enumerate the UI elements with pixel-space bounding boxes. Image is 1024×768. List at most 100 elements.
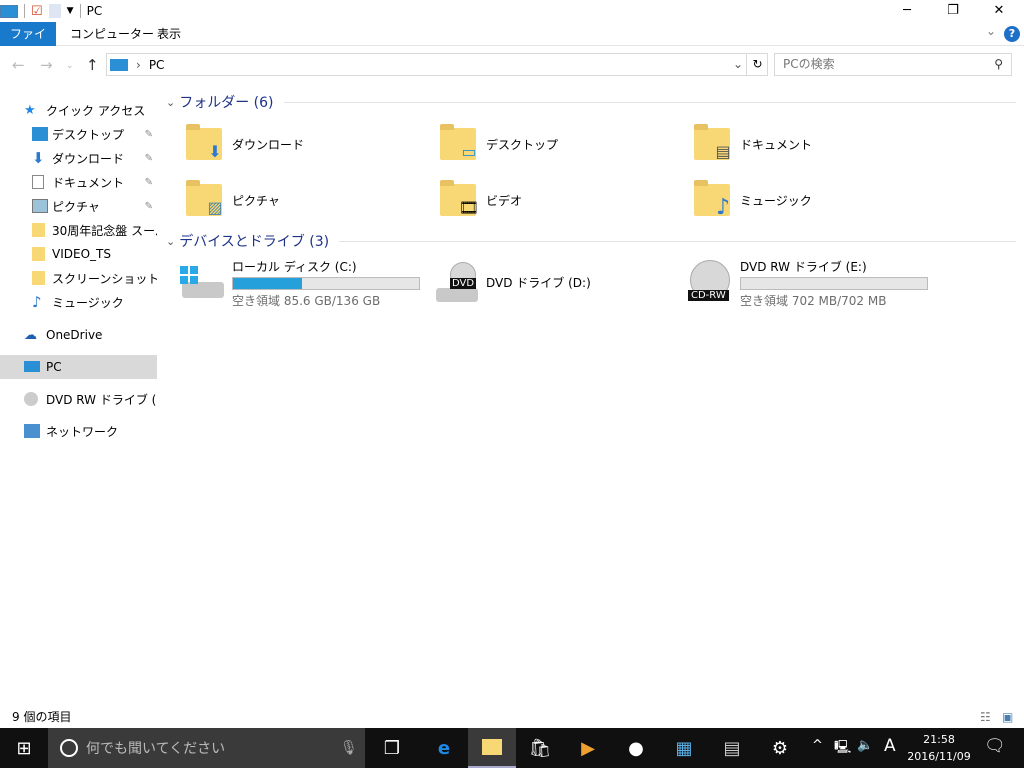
ime-indicator[interactable]: A [884, 736, 896, 756]
folder-videos[interactable]: 🎞 ビデオ [438, 176, 678, 224]
customize-toolbar-icon[interactable]: ▼ [67, 6, 74, 16]
disc-icon [24, 392, 38, 406]
taskbar: ⊞ 何でも聞いてください 🎙 ❐ e 🛍 ▶ ● ▦ ▤ ⚙ ^ 🖳 🔈 A 2… [0, 728, 1024, 768]
folder-icon [32, 247, 45, 261]
pin-icon: ✎ [144, 152, 153, 164]
usage-bar [232, 277, 420, 290]
pin-icon: ✎ [144, 200, 153, 212]
folder-desktop[interactable]: ▭ デスクトップ [438, 120, 678, 168]
address-bar[interactable]: › PC ⌄ ↻ [106, 53, 768, 76]
nav-music[interactable]: ♪ ミュージック [0, 290, 157, 314]
windows-logo-icon [180, 266, 198, 284]
nav-dvd-rw[interactable]: DVD RW ドライブ (E:) [0, 387, 157, 411]
forward-button[interactable]: → [40, 56, 53, 74]
clock[interactable]: 21:58 2016/11/09 [904, 731, 974, 765]
breadcrumb-pc[interactable]: PC [149, 58, 165, 72]
nav-quick-access[interactable]: ★ クイック アクセス [0, 98, 157, 122]
start-button[interactable]: ⊞ [0, 728, 48, 768]
pin-icon: ✎ [144, 176, 153, 188]
star-icon: ★ [24, 103, 36, 118]
drive-free-space: 空き領域 85.6 GB/136 GB [232, 294, 381, 308]
folder-icon: 🎞 [440, 180, 479, 217]
control-panel-icon[interactable]: ▦ [660, 728, 708, 768]
settings-icon[interactable]: ⚙ [756, 728, 804, 768]
music-icon: ♪ [32, 293, 42, 311]
folder-icon [32, 223, 45, 237]
drive-e[interactable]: CD-RW DVD RW ドライブ (E:) 空き領域 702 MB/702 MB [688, 258, 928, 310]
music-icon: ♪ [715, 195, 731, 220]
minimize-button[interactable]: ─ [884, 0, 930, 22]
folder-pictures[interactable]: ▨ ピクチャ [184, 176, 424, 224]
back-button[interactable]: ← [12, 56, 25, 74]
usage-bar [740, 277, 928, 290]
cortana-search-box[interactable]: 何でも聞いてください 🎙 [48, 728, 365, 768]
desktop-icon [32, 127, 48, 141]
nav-pictures[interactable]: ピクチャ ✎ [0, 194, 157, 218]
action-center-icon[interactable]: 🗨 [984, 736, 1006, 756]
help-icon[interactable]: ? [1004, 26, 1020, 42]
expand-ribbon-icon[interactable]: ⌄ [986, 24, 996, 38]
large-icons-view-icon[interactable]: ▣ [1002, 706, 1013, 728]
film-icon: 🎞 [458, 198, 480, 217]
folder-icon: ▤ [694, 124, 731, 161]
task-view-button[interactable]: ❐ [368, 728, 416, 768]
nav-folder-video-ts[interactable]: VIDEO_TS [0, 242, 157, 266]
up-button[interactable]: ↑ [86, 56, 99, 74]
recent-locations-button[interactable]: ⌄ [66, 61, 74, 71]
download-icon: ⬇ [208, 142, 222, 161]
status-bar: 9 個の項目 ☷ ▣ [0, 706, 1024, 728]
chevron-down-icon: ⌄ [166, 95, 176, 109]
device-icon[interactable]: ▤ [708, 728, 756, 768]
folders-group-header[interactable]: ⌄ フォルダー (6) [166, 92, 1016, 112]
network-icon[interactable]: 🖳 [834, 738, 851, 760]
volume-icon[interactable]: 🔈 [857, 738, 873, 753]
nav-folder-30th[interactable]: 30周年記念盤 スーパ [0, 218, 157, 242]
pin-icon: ✎ [144, 128, 153, 140]
item-count: 9 個の項目 [12, 710, 72, 724]
nav-onedrive[interactable]: ☁ OneDrive [0, 323, 157, 347]
drive-free-space: 空き領域 702 MB/702 MB [740, 294, 887, 308]
close-button[interactable]: ✕ [976, 0, 1022, 22]
chevron-down-icon: ⌄ [166, 234, 176, 248]
search-placeholder: PCの検索 [783, 57, 835, 71]
nav-folder-screenshots[interactable]: スクリーンショット [0, 266, 157, 290]
app-icon[interactable]: ● [612, 728, 660, 768]
details-view-icon[interactable]: ☷ [980, 706, 991, 728]
folder-documents[interactable]: ▤ ドキュメント [692, 120, 932, 168]
pc-icon [0, 4, 18, 18]
store-icon[interactable]: 🛍 [516, 728, 564, 768]
maximize-button[interactable]: ❐ [930, 0, 976, 22]
nav-documents[interactable]: ドキュメント ✎ [0, 170, 157, 194]
edge-icon[interactable]: e [420, 728, 468, 768]
folder-icon: ⬇ [186, 124, 222, 161]
download-icon: ⬇ [32, 149, 45, 167]
breadcrumb-separator[interactable]: › [136, 58, 141, 72]
drive-d[interactable]: DVD DVD ドライブ (D:) [434, 262, 591, 314]
dvd-drive-icon: DVD [434, 262, 480, 306]
search-input[interactable]: PCの検索 ⚲ [774, 53, 1012, 76]
folder-icon: ▨ [186, 180, 223, 217]
document-icon: ▤ [715, 142, 731, 161]
folder-music[interactable]: ♪ ミュージック [692, 176, 932, 224]
nav-desktop[interactable]: デスクトップ ✎ [0, 122, 157, 146]
drive-c[interactable]: ローカル ディスク (C:) 空き領域 85.6 GB/136 GB [180, 258, 420, 310]
refresh-icon[interactable]: ↻ [746, 54, 768, 75]
address-dropdown-icon[interactable]: ⌄ [733, 57, 743, 71]
hard-drive-icon [180, 258, 226, 302]
picture-icon [32, 199, 48, 213]
new-folder-icon[interactable] [48, 4, 61, 18]
drives-group-header[interactable]: ⌄ デバイスとドライブ (3) [166, 231, 1016, 251]
search-icon: ⚲ [994, 57, 1003, 71]
folder-downloads[interactable]: ⬇ ダウンロード [184, 120, 424, 168]
tab-file[interactable]: ファイル [0, 22, 56, 65]
file-explorer-icon[interactable] [468, 728, 516, 768]
nav-pc[interactable]: PC [0, 355, 157, 379]
tab-view[interactable]: 表示 [147, 22, 191, 46]
properties-icon[interactable]: ☑ [31, 4, 43, 19]
show-hidden-icons-button[interactable]: ^ [812, 738, 823, 753]
media-player-icon[interactable]: ▶ [564, 728, 612, 768]
nav-network[interactable]: ネットワーク [0, 419, 157, 443]
cd-rw-disc-icon: CD-RW [688, 258, 734, 302]
nav-downloads[interactable]: ⬇ ダウンロード ✎ [0, 146, 157, 170]
microphone-icon[interactable]: 🎙 [340, 740, 358, 756]
